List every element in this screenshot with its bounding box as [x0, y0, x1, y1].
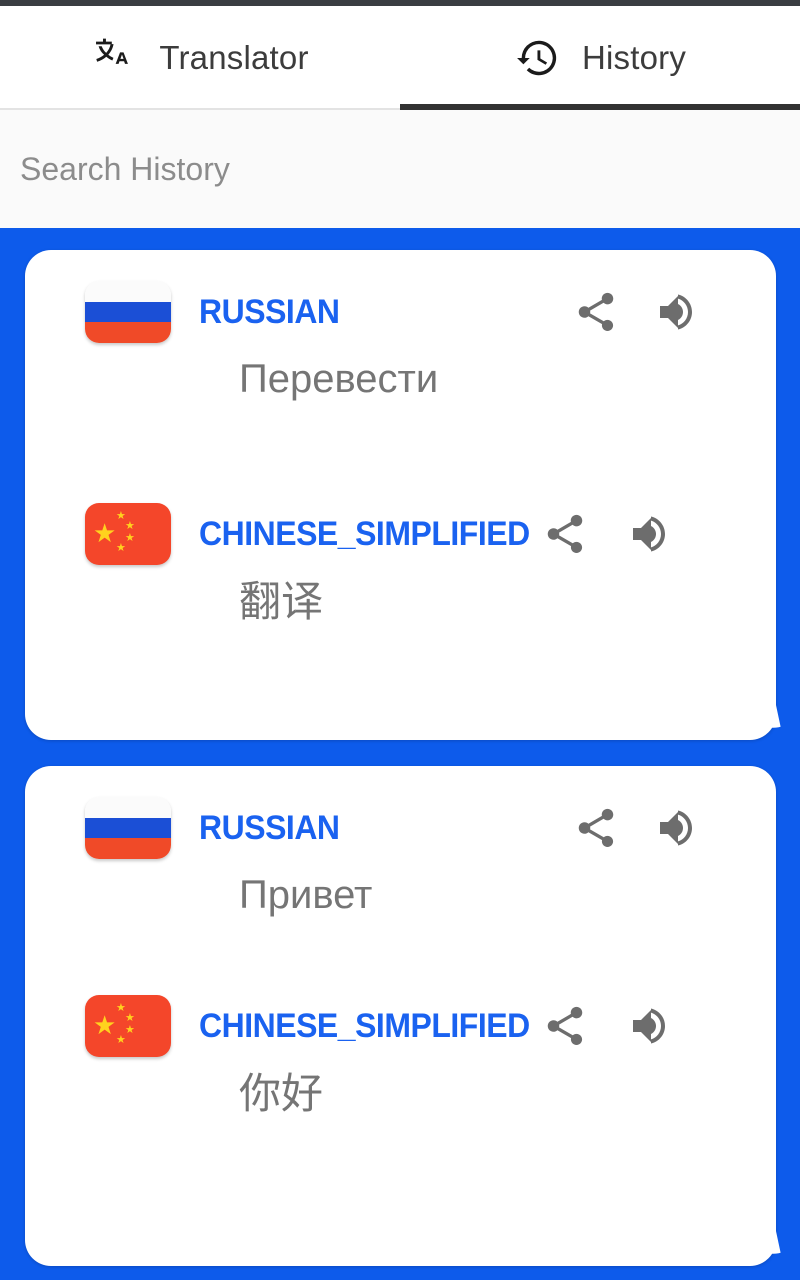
history-entry-target: ★ ★ ★ ★ ★ CHINESE_SIMPLIFIED — [45, 498, 756, 639]
language-name: RUSSIAN — [199, 292, 340, 331]
history-entry-target: ★ ★ ★ ★ ★ CHINESE_SIMPLIFIED — [45, 990, 756, 1131]
tab-history[interactable]: History — [400, 6, 800, 110]
history-card[interactable]: RUSSIAN — [25, 766, 776, 1266]
share-icon[interactable] — [539, 1000, 591, 1052]
share-icon[interactable] — [570, 802, 622, 854]
language-name: CHINESE_SIMPLIFIED — [199, 514, 530, 553]
share-icon[interactable] — [570, 286, 622, 338]
history-clock-icon — [514, 35, 560, 81]
entry-text: Перевести — [239, 357, 439, 401]
volume-up-icon[interactable] — [652, 802, 704, 854]
entry-header: ★ ★ ★ ★ ★ CHINESE_SIMPLIFIED — [45, 990, 756, 1062]
entry-actions — [570, 802, 756, 854]
entry-header: RUSSIAN — [45, 276, 756, 348]
volume-up-icon[interactable] — [625, 508, 677, 560]
tab-translator[interactable]: Translator — [0, 6, 400, 110]
entry-text: 翻译 — [239, 578, 324, 625]
entry-spacer — [45, 414, 756, 498]
entry-actions — [570, 286, 756, 338]
volume-up-icon[interactable] — [625, 1000, 677, 1052]
entry-actions — [539, 508, 729, 560]
china-flag-icon: ★ ★ ★ ★ ★ — [85, 503, 171, 565]
share-icon[interactable] — [539, 508, 591, 560]
search-bar[interactable] — [0, 110, 800, 228]
russia-flag-icon — [85, 797, 171, 859]
history-entry-source: RUSSIAN — [45, 276, 756, 414]
app-root: Translator History Search History RUSSIA… — [0, 0, 800, 1280]
entry-text: 你好 — [239, 1070, 324, 1117]
history-list: RUSSIAN Перевести ★ ★ ★ ★ ★ CHINESE_SIMP… — [0, 228, 800, 1280]
language-name: RUSSIAN — [199, 808, 340, 847]
tab-translator-label: Translator — [159, 39, 309, 76]
card-bubble-tail — [754, 1230, 784, 1260]
search-input[interactable] — [0, 150, 800, 188]
china-flag-icon: ★ ★ ★ ★ ★ — [85, 995, 171, 1057]
card-bubble-tail — [754, 704, 784, 734]
entry-text: Привет — [239, 873, 373, 917]
volume-up-icon[interactable] — [652, 286, 704, 338]
entry-actions — [539, 1000, 729, 1052]
tab-bar: Translator History — [0, 6, 800, 110]
russia-flag-icon — [85, 281, 171, 343]
entry-spacer — [45, 930, 756, 990]
history-entry-source: RUSSIAN — [45, 792, 756, 930]
history-card[interactable]: RUSSIAN — [25, 250, 776, 740]
entry-header: RUSSIAN — [45, 792, 756, 864]
tab-history-label: History — [581, 39, 687, 76]
translate-icon — [91, 35, 137, 81]
language-name: CHINESE_SIMPLIFIED — [199, 1006, 530, 1045]
entry-header: ★ ★ ★ ★ ★ CHINESE_SIMPLIFIED — [45, 498, 756, 570]
